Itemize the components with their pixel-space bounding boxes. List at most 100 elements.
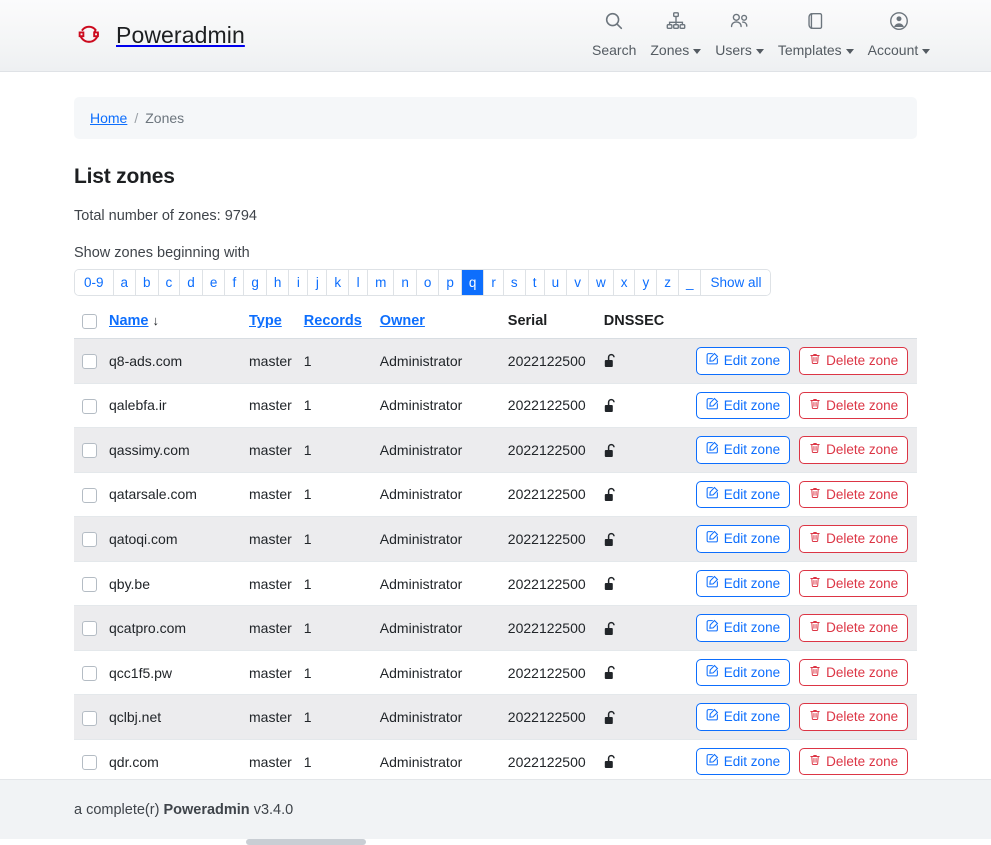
row-checkbox[interactable] [82, 710, 97, 726]
cell-zone-type: master [243, 605, 298, 651]
edit-zone-button[interactable]: Edit zone [695, 703, 791, 731]
cell-serial: 2022122500 [501, 383, 598, 429]
alpha-filter-u[interactable]: u [544, 270, 568, 295]
edit-zone-button[interactable]: Edit zone [695, 391, 791, 420]
alpha-filter-0-9[interactable]: 0-9 [75, 270, 114, 295]
brand-link[interactable]: Poweradmin [74, 21, 245, 51]
nav-item-zones[interactable]: Zones [643, 8, 708, 58]
column-header-records[interactable]: Records [297, 308, 374, 339]
sort-link-owner[interactable]: Owner [380, 313, 425, 329]
row-checkbox[interactable] [82, 487, 97, 503]
edit-zone-button[interactable]: Edit zone [695, 436, 791, 464]
delete-zone-button[interactable]: Delete zone [799, 436, 909, 464]
alpha-filter-f[interactable]: f [225, 270, 245, 295]
pencil-square-icon [706, 486, 719, 504]
delete-zone-button[interactable]: Delete zone [799, 525, 909, 553]
delete-zone-button[interactable]: Delete zone [799, 703, 909, 731]
delete-zone-button[interactable]: Delete zone [799, 480, 909, 509]
alpha-filter-x[interactable]: x [613, 270, 636, 295]
row-checkbox[interactable] [82, 443, 97, 459]
column-header-name[interactable]: Name ↓ [103, 308, 243, 339]
trash-icon [809, 352, 821, 370]
alpha-filter-s[interactable]: s [503, 270, 526, 295]
alpha-filter-c[interactable]: c [158, 270, 181, 295]
alpha-filter-i[interactable]: i [289, 270, 309, 295]
alpha-filter-g[interactable]: g [244, 270, 267, 295]
alpha-filter-d[interactable]: d [180, 270, 203, 295]
row-checkbox[interactable] [82, 576, 97, 592]
cell-serial: 2022122500 [501, 739, 598, 785]
users-icon [729, 8, 751, 34]
cell-record-count: 1 [297, 605, 374, 651]
delete-zone-button[interactable]: Delete zone [799, 614, 909, 642]
alpha-filter-a[interactable]: a [113, 270, 137, 295]
edit-zone-button[interactable]: Edit zone [695, 525, 791, 553]
edit-zone-label: Edit zone [723, 709, 781, 725]
nav-item-search[interactable]: Search [585, 8, 643, 58]
cell-record-count: 1 [297, 739, 374, 785]
cell-dnssec [597, 516, 690, 562]
select-all-header [74, 308, 103, 339]
nav-item-templates[interactable]: Templates [771, 8, 861, 58]
edit-zone-button[interactable]: Edit zone [695, 658, 791, 687]
column-header-type[interactable]: Type [243, 308, 298, 339]
row-checkbox[interactable] [82, 398, 97, 414]
row-checkbox[interactable] [82, 532, 97, 548]
edit-zone-button[interactable]: Edit zone [695, 614, 791, 642]
sort-link-type[interactable]: Type [249, 313, 282, 329]
row-checkbox[interactable] [82, 755, 97, 771]
alpha-filter-z[interactable]: z [657, 270, 679, 295]
nav-label-search: Search [592, 42, 637, 58]
edit-zone-button[interactable]: Edit zone [695, 480, 791, 509]
alpha-filter-t[interactable]: t [525, 270, 545, 295]
edit-zone-label: Edit zone [723, 753, 781, 769]
alpha-filter-m[interactable]: m [368, 270, 395, 295]
alpha-filter-e[interactable]: e [202, 270, 226, 295]
breadcrumb-home[interactable]: Home [90, 110, 127, 126]
nav-item-users[interactable]: Users [708, 8, 771, 58]
table-header-row: Name ↓ Type Records Owner Serial DNSSEC [74, 308, 917, 339]
column-header-dnssec: DNSSEC [597, 308, 690, 339]
alpha-filter-v[interactable]: v [567, 270, 589, 295]
cell-owner: Administrator [373, 516, 502, 562]
alpha-filter-_[interactable]: _ [678, 270, 702, 295]
delete-zone-button[interactable]: Delete zone [799, 658, 909, 687]
pencil-square-icon [706, 575, 719, 593]
delete-zone-button[interactable]: Delete zone [799, 347, 909, 375]
delete-zone-button[interactable]: Delete zone [799, 391, 909, 420]
pencil-square-icon [706, 619, 719, 637]
show-all-link[interactable]: Show all [701, 270, 771, 295]
sort-link-name[interactable]: Name [109, 313, 149, 329]
alpha-filter-n[interactable]: n [394, 270, 417, 295]
row-checkbox[interactable] [82, 354, 97, 370]
search-icon [603, 8, 625, 34]
alpha-filter-w[interactable]: w [588, 270, 614, 295]
alpha-filter-l[interactable]: l [349, 270, 369, 295]
alpha-filter-k[interactable]: k [327, 270, 350, 295]
alpha-filter-q[interactable]: q [461, 270, 485, 295]
cell-actions: Edit zone Delete zone [689, 472, 917, 518]
alpha-filter-o[interactable]: o [416, 270, 440, 295]
edit-zone-button[interactable]: Edit zone [695, 569, 791, 598]
nav-item-account[interactable]: Account [861, 8, 938, 58]
horizontal-scrollbar[interactable] [246, 839, 366, 845]
sort-link-records[interactable]: Records [304, 313, 362, 329]
alpha-filter-y[interactable]: y [635, 270, 658, 295]
edit-zone-button[interactable]: Edit zone [695, 747, 791, 776]
page-footer: a complete(r) Poweradmin v3.4.0 [0, 779, 991, 839]
delete-zone-button[interactable]: Delete zone [799, 569, 909, 598]
table-row: qclbj.net master 1 Administrator 2022122500 E… [74, 694, 917, 740]
row-checkbox[interactable] [82, 621, 97, 637]
delete-zone-button[interactable]: Delete zone [799, 747, 909, 776]
cell-dnssec [597, 383, 690, 429]
alpha-filter-j[interactable]: j [308, 270, 328, 295]
alpha-filter-h[interactable]: h [266, 270, 290, 295]
alpha-filter-r[interactable]: r [484, 270, 504, 295]
row-checkbox[interactable] [82, 666, 97, 681]
column-header-owner[interactable]: Owner [373, 308, 502, 339]
edit-zone-button[interactable]: Edit zone [695, 347, 791, 375]
alpha-filter-p[interactable]: p [439, 270, 462, 295]
select-all-checkbox[interactable] [82, 313, 97, 329]
cell-zone-name: qatoqi.com [103, 516, 243, 562]
alpha-filter-b[interactable]: b [136, 270, 159, 295]
